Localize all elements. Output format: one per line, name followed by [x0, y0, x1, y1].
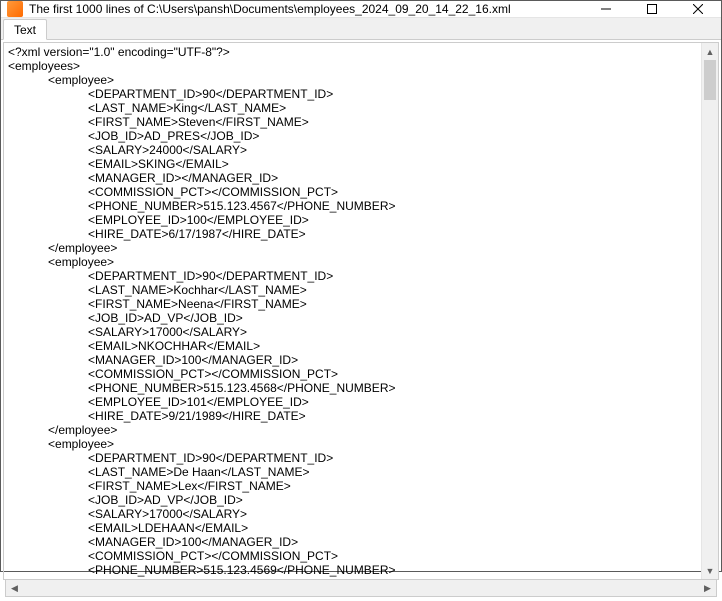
titlebar[interactable]: The first 1000 lines of C:\Users\pansh\D… — [1, 1, 721, 18]
close-button[interactable] — [675, 1, 721, 17]
minimize-button[interactable] — [583, 1, 629, 17]
tab-text[interactable]: Text — [3, 19, 47, 40]
window-controls — [583, 1, 721, 17]
content-wrap: <?xml version="1.0" encoding="UTF-8"?><e… — [1, 40, 721, 601]
window-title: The first 1000 lines of C:\Users\pansh\D… — [29, 2, 583, 16]
window-frame: The first 1000 lines of C:\Users\pansh\D… — [0, 0, 722, 572]
scroll-down-arrow[interactable]: ▼ — [702, 562, 718, 579]
horizontal-scrollbar[interactable]: ◀ ▶ — [5, 580, 717, 597]
scroll-up-arrow[interactable]: ▲ — [702, 43, 718, 60]
content-frame: <?xml version="1.0" encoding="UTF-8"?><e… — [3, 42, 719, 580]
tab-bar: Text — [1, 18, 721, 40]
xml-text-view[interactable]: <?xml version="1.0" encoding="UTF-8"?><e… — [4, 43, 701, 579]
maximize-button[interactable] — [629, 1, 675, 17]
scroll-right-arrow[interactable]: ▶ — [699, 580, 716, 596]
app-icon — [7, 1, 23, 17]
vertical-scrollbar[interactable]: ▲ ▼ — [701, 43, 718, 579]
scroll-left-arrow[interactable]: ◀ — [6, 580, 23, 596]
horizontal-scroll-track[interactable] — [23, 580, 699, 596]
vertical-scroll-thumb[interactable] — [704, 60, 716, 100]
